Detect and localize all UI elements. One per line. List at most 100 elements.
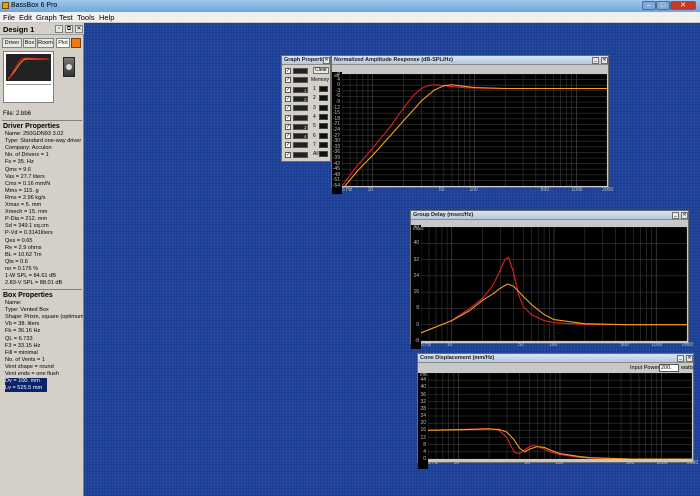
menu-help[interactable]: Help xyxy=(99,13,114,22)
box-property-line: No. of Vents = 1 xyxy=(5,356,45,363)
curve-visible-checkbox[interactable]: ✓ xyxy=(285,133,291,140)
y-unit-label: msec xyxy=(413,226,424,231)
graph-minimize-icon[interactable]: _ xyxy=(672,212,679,219)
tab-box[interactable]: Box xyxy=(23,38,36,48)
thumbnail-screen xyxy=(6,54,51,81)
driver-properties-heading: Driver Properties xyxy=(3,123,60,130)
graph-curve-row[interactable]: ✓ xyxy=(285,68,309,75)
curve-style-swatch[interactable] xyxy=(293,105,308,112)
graph-window-caption: Group Delay (msec/Hz) _ ✕ xyxy=(411,211,688,220)
graph-properties-close-icon[interactable]: ✕ xyxy=(323,57,330,64)
y-tick-label: 32 xyxy=(420,398,426,405)
memory-slot-number: 6 xyxy=(313,132,316,139)
curve-style-swatch[interactable]: 1 xyxy=(293,86,308,93)
x-tick-label: 500 xyxy=(540,187,550,193)
curve-style-swatch[interactable]: 3 xyxy=(293,123,308,130)
driver-property-line: no = 0.176 % xyxy=(5,265,39,272)
driver-property-line: Type: Standard one-way driver xyxy=(5,138,82,145)
y-tick-label: 40 xyxy=(420,384,426,391)
curve-style-swatch[interactable]: 2 xyxy=(293,95,308,102)
driver-property-line: Qms = 9.6 xyxy=(5,166,31,173)
curve-row-label: 2 xyxy=(304,96,307,102)
panel-copy-icon[interactable]: ⧉ xyxy=(65,25,73,33)
design-title: Design 1 xyxy=(3,25,35,34)
x-tick-label: 10 xyxy=(453,460,460,466)
curve-style-swatch[interactable] xyxy=(293,114,308,121)
graph-curve-row[interactable]: ✓ xyxy=(285,77,309,84)
y-tick-label: 12 xyxy=(420,434,426,441)
y-tick-label: 28 xyxy=(420,405,426,412)
curve-visible-checkbox[interactable]: ✓ xyxy=(285,142,291,149)
input-power-label: Input Power: xyxy=(630,365,661,371)
curve-visible-checkbox[interactable]: ✓ xyxy=(285,151,291,158)
tab-plot[interactable]: Plot xyxy=(56,38,70,48)
driver-property-line: No. of Drivers = 1 xyxy=(5,152,49,159)
graph-close-icon[interactable]: ✕ xyxy=(681,212,688,219)
graph-curve-row[interactable]: ✓ 3 xyxy=(285,123,309,131)
menu-edit[interactable]: Edit xyxy=(19,13,32,22)
graph-window-caption: Normalized Amplitude Response (dB-SPL/Hz… xyxy=(332,56,608,65)
minimize-button[interactable]: – xyxy=(642,1,656,10)
close-button[interactable]: ✕ xyxy=(670,1,696,10)
menu-tools[interactable]: Tools xyxy=(77,13,95,22)
x-tick-label: 100 xyxy=(555,460,564,466)
menu-bar: File Edit Graph Test Tools Help xyxy=(0,12,700,23)
driver-property-line: Qts = 0.6 xyxy=(5,258,28,265)
x-tick-label: 1000 xyxy=(651,342,663,348)
graph-minimize-icon[interactable]: _ xyxy=(592,57,599,64)
graph-window-title: Normalized Amplitude Response (dB-SPL/Hz… xyxy=(334,57,453,63)
input-power-field[interactable]: 200. xyxy=(659,364,679,372)
y-unit-label: dB xyxy=(334,73,340,78)
tab-room[interactable]: Room xyxy=(37,38,54,48)
curve-style-swatch[interactable] xyxy=(293,142,308,149)
curve-style-swatch[interactable]: 4 xyxy=(293,133,308,140)
tab-driver[interactable]: Driver xyxy=(2,38,22,48)
graph-curve-row[interactable]: ✓ xyxy=(285,114,309,122)
graph-curve-row[interactable]: ✓ xyxy=(285,142,309,149)
curve-style-swatch[interactable] xyxy=(293,68,308,74)
driver-property-line: Mms = 115. g xyxy=(5,187,39,194)
graph-close-icon[interactable]: ✕ xyxy=(601,57,608,64)
box-property-line: Fb = 36.16 Hz xyxy=(5,328,41,335)
graph-curve-row[interactable]: ✓ xyxy=(285,105,309,112)
curve-style-swatch[interactable] xyxy=(293,77,308,84)
vent-dimension-field[interactable]: Dv = 100. mm xyxy=(5,378,47,386)
vent-dimension-field[interactable]: Lv = 525.5 mm xyxy=(5,385,47,393)
graph-curve-row[interactable]: ✓ xyxy=(285,151,309,159)
driver-property-line: P-Dia = 212. mm xyxy=(5,216,48,223)
x-tick-label: 50 xyxy=(438,187,445,193)
graph-curve-row[interactable]: ✓ 4 xyxy=(285,133,309,140)
curve-style-swatch[interactable] xyxy=(293,151,308,158)
graph-close-icon[interactable]: ✕ xyxy=(686,355,693,362)
memory-slot-number: 4 xyxy=(313,113,316,120)
menu-test[interactable]: Test xyxy=(59,13,73,22)
box-property-line: Type: Vented Box xyxy=(5,307,49,314)
curve-visible-checkbox[interactable]: ✓ xyxy=(285,68,291,74)
graph-minimize-icon[interactable]: _ xyxy=(677,355,684,362)
driver-property-line: Xmech = 15. mm xyxy=(5,209,48,216)
graph-plot-area xyxy=(421,227,687,341)
curve-visible-checkbox[interactable]: ✓ xyxy=(285,114,291,121)
x-tick-label: 1000 xyxy=(571,187,583,193)
curve-visible-checkbox[interactable]: ✓ xyxy=(285,95,291,102)
curve-visible-checkbox[interactable]: ✓ xyxy=(285,105,291,112)
box-property-line: Name: xyxy=(5,300,22,306)
design-title-bar: Design 1 ▫ ⧉ ✕ xyxy=(0,23,84,35)
memory-slot-number: 3 xyxy=(313,104,316,111)
graph-curve-row[interactable]: ✓ 1 xyxy=(285,86,309,94)
x-tick-label: 50 xyxy=(518,342,524,348)
panel-restore-icon[interactable]: ▫ xyxy=(55,25,63,33)
menu-file[interactable]: File xyxy=(3,13,15,22)
curve-visible-checkbox[interactable]: ✓ xyxy=(285,123,291,130)
menu-graph[interactable]: Graph xyxy=(36,13,57,22)
app-title: BassBox 6 Pro xyxy=(11,2,58,9)
x-tick-label: 2000 xyxy=(682,342,694,348)
maximize-button[interactable]: □ xyxy=(656,1,670,10)
input-power-unit: watts xyxy=(681,365,694,371)
curve-visible-checkbox[interactable]: ✓ xyxy=(285,77,291,84)
memory-slot-number: 5 xyxy=(313,123,316,130)
curve-visible-checkbox[interactable]: ✓ xyxy=(285,86,291,93)
color-swatch-icon[interactable] xyxy=(71,38,81,48)
graph-curve-row[interactable]: ✓ 2 xyxy=(285,95,309,103)
panel-close-icon[interactable]: ✕ xyxy=(75,25,83,33)
